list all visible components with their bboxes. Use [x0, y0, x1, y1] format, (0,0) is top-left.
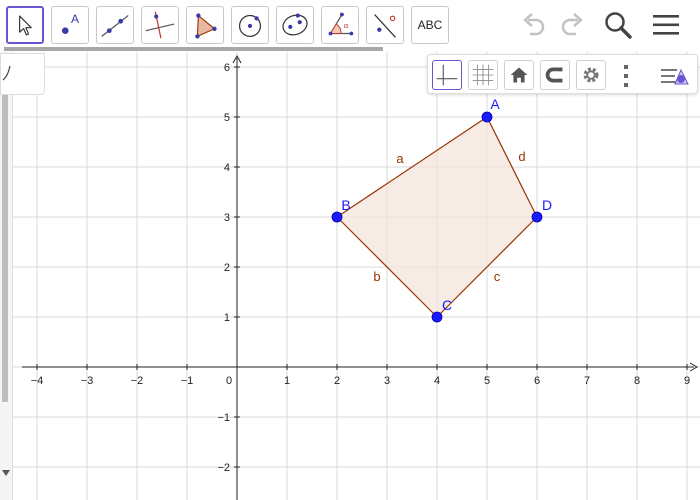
x-tick-label: −1	[181, 375, 194, 387]
point-tool[interactable]: A	[51, 6, 89, 44]
grid-toggle-button[interactable]	[468, 60, 498, 90]
x-tick-label: 0	[226, 375, 232, 387]
search-icon[interactable]	[601, 8, 635, 42]
text-tool-label: ABC	[417, 18, 443, 32]
y-tick-label: 6	[224, 62, 230, 74]
more-options-icon[interactable]	[616, 61, 636, 91]
angle-icon: α	[328, 12, 354, 36]
polygon-tool[interactable]	[186, 6, 224, 44]
move-tool[interactable]	[6, 6, 44, 44]
y-tick-label: 5	[224, 112, 230, 124]
x-tick-label: 1	[284, 375, 290, 387]
point-A[interactable]	[481, 111, 493, 123]
axes-icon	[436, 64, 458, 86]
point-C[interactable]	[431, 311, 443, 323]
home-icon	[510, 67, 528, 83]
polygon-icon	[195, 13, 217, 39]
x-tick-label: −2	[131, 375, 144, 387]
point-capture-button[interactable]	[540, 60, 570, 90]
toolbar: A α ABC	[0, 0, 700, 52]
undo-icon[interactable]	[518, 8, 552, 42]
text-tool[interactable]: ABC	[411, 6, 449, 44]
cursor-arrow-icon	[19, 15, 32, 36]
ellipse-icon	[282, 13, 308, 36]
x-tick-label: −4	[31, 375, 44, 387]
axes	[22, 54, 699, 500]
x-tick-label: 9	[684, 375, 690, 387]
line-icon	[101, 15, 129, 37]
segment-label-d: d	[518, 149, 525, 164]
algebra-scrollbar[interactable]	[2, 62, 8, 402]
y-tick-label: −1	[217, 412, 230, 424]
x-tick-label: 4	[434, 375, 440, 387]
menu-icon[interactable]	[649, 8, 683, 42]
y-tick-label: −2	[217, 462, 230, 474]
point-B[interactable]	[331, 211, 343, 223]
x-tick-label: 6	[534, 375, 540, 387]
line-tool[interactable]	[96, 6, 134, 44]
perpendicular-line-tool[interactable]	[141, 6, 179, 44]
segment-label-a: a	[396, 151, 404, 166]
perpendicular-line-icon	[145, 11, 175, 39]
x-tick-label: 3	[384, 375, 390, 387]
reflect-tool[interactable]	[366, 6, 404, 44]
function-icon	[2, 65, 11, 81]
x-tick-label: 7	[584, 375, 590, 387]
point-label-C: C	[442, 297, 452, 313]
x-tick-label: −3	[81, 375, 94, 387]
segment-label-c: c	[494, 269, 501, 284]
segment-label-b: b	[373, 269, 380, 284]
algebra-style-icon[interactable]	[658, 61, 694, 91]
y-tick-label: 1	[224, 312, 230, 324]
y-tick-label: 4	[224, 162, 230, 174]
axis-tick-labels: −4 −3 −2 −1 0 1 2 3 4 5 6 7 8 9 6 5 4 3 2 1 −1 −2	[31, 62, 690, 474]
circle-tool[interactable]	[231, 6, 269, 44]
point-label-B: B	[341, 197, 350, 213]
circle-center-point-icon	[238, 14, 262, 37]
svg-text:α: α	[344, 21, 349, 30]
point-D[interactable]	[531, 211, 543, 223]
axes-toggle-button[interactable]	[432, 60, 462, 90]
graphics-style-bar	[427, 54, 698, 94]
gear-icon	[583, 67, 599, 83]
x-tick-label: 8	[634, 375, 640, 387]
y-tick-label: 3	[224, 212, 230, 224]
point-icon	[61, 27, 69, 34]
scroll-down-arrow-icon[interactable]	[2, 470, 10, 476]
settings-button[interactable]	[576, 60, 606, 90]
x-tick-label: 2	[334, 375, 340, 387]
algebra-view-toggle[interactable]	[0, 53, 45, 95]
magnet-icon	[545, 67, 563, 83]
redo-icon[interactable]	[554, 8, 588, 42]
home-view-button[interactable]	[504, 60, 534, 90]
y-tick-label: 2	[224, 262, 230, 274]
point-label-D: D	[542, 197, 552, 213]
point-label-A: A	[490, 96, 500, 112]
x-tick-label: 5	[484, 375, 490, 387]
algebra-panel-edge[interactable]	[0, 52, 13, 500]
reflect-about-line-icon	[374, 14, 396, 38]
grid-icon	[472, 64, 494, 86]
ellipse-tool[interactable]	[276, 6, 314, 44]
angle-tool[interactable]: α	[321, 6, 359, 44]
point-tool-letter: A	[71, 12, 80, 26]
toolbar-scroll-indicator	[4, 47, 383, 51]
